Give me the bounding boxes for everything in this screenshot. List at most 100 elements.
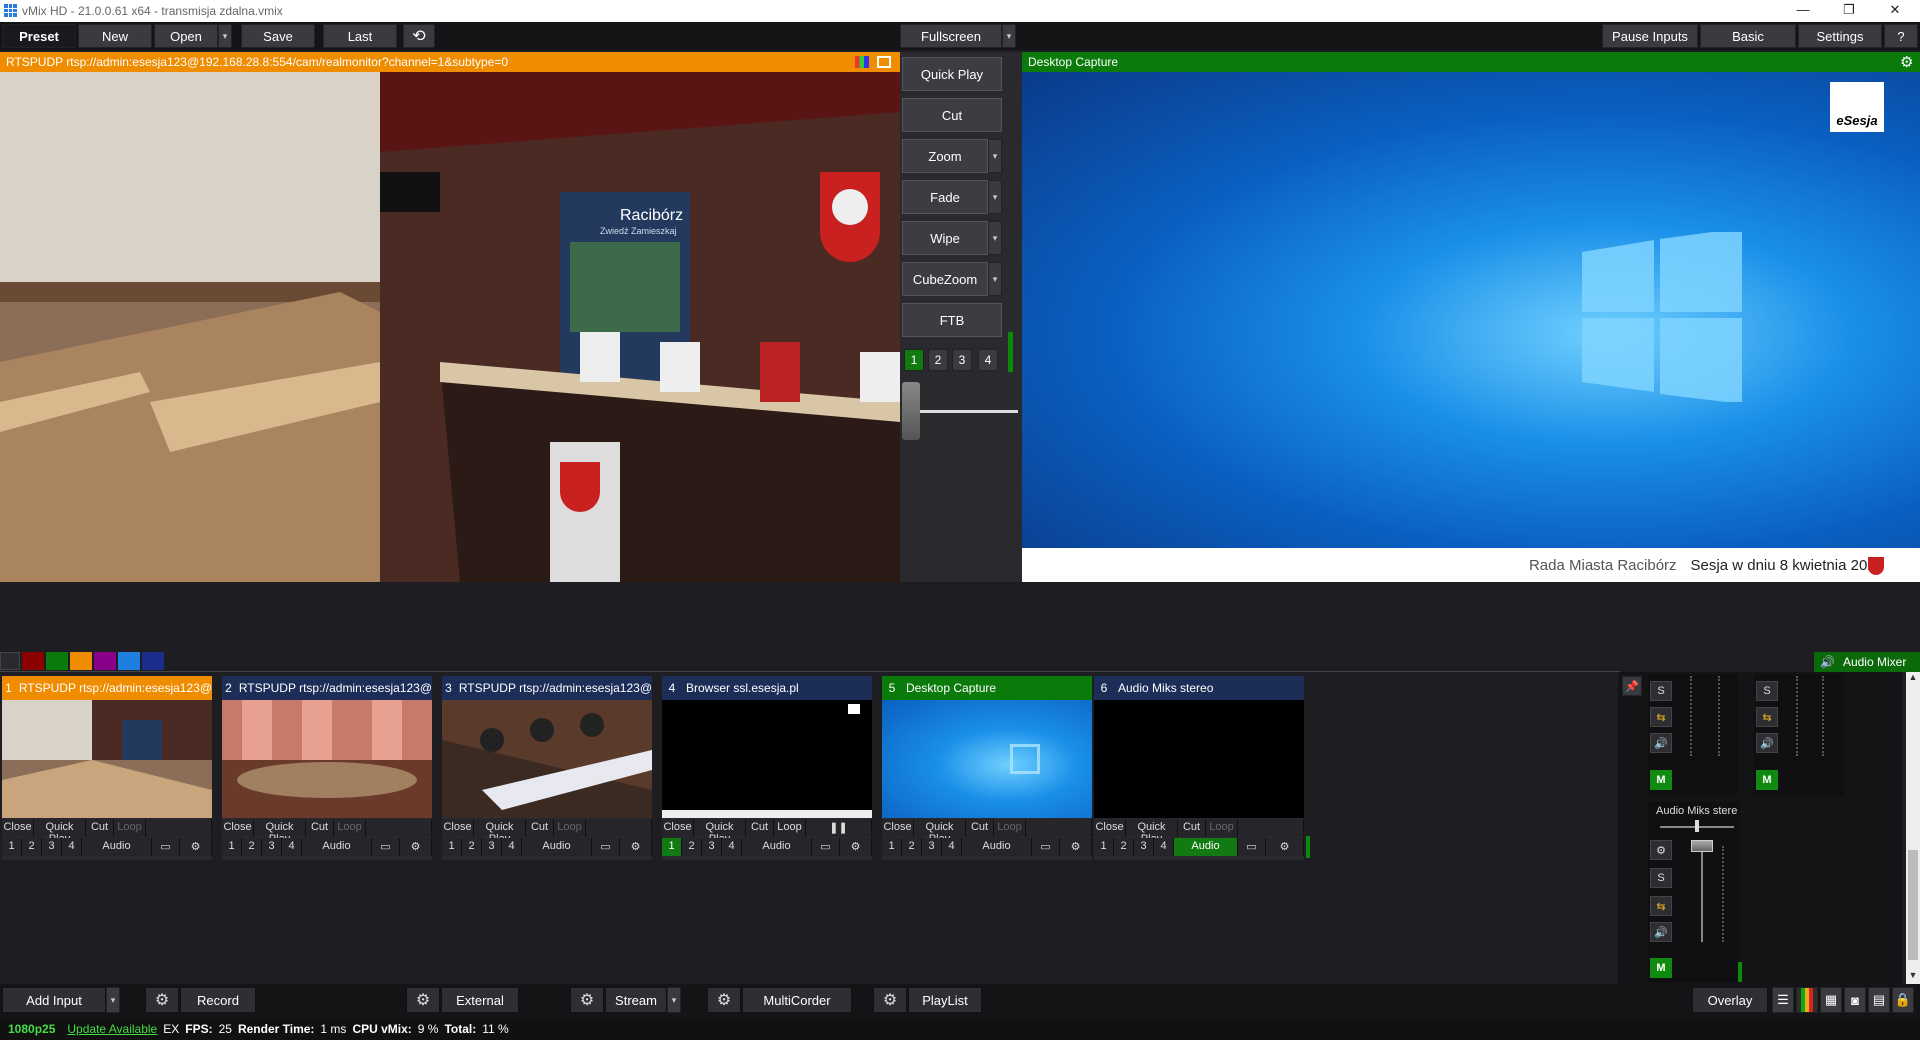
open-button[interactable]: Open — [154, 24, 218, 48]
route-icon[interactable]: ⇆ — [1650, 896, 1672, 916]
zoom-button[interactable]: Zoom — [902, 139, 988, 173]
window-icon[interactable] — [877, 56, 891, 68]
scroll-down-arrow[interactable]: ▼ — [1906, 970, 1920, 984]
close-button[interactable]: Close — [2, 819, 34, 837]
help-button[interactable]: ? — [1884, 24, 1918, 48]
overlay-1-button[interactable]: 1 — [2, 838, 22, 856]
cut-button[interactable]: Cut — [966, 819, 994, 837]
more-icon[interactable]: ▤ — [1868, 987, 1890, 1013]
add-input-dropdown-arrow[interactable]: ▾ — [106, 987, 120, 1013]
input-header[interactable]: 1 RTSPUDP rtsp://admin:esesja123@ — [2, 676, 212, 700]
scroll-up-arrow[interactable]: ▲ — [1906, 672, 1920, 686]
loop-button[interactable]: Loop — [1206, 819, 1238, 837]
overlay-4-button[interactable]: 4 — [282, 838, 302, 856]
overlay-3-button[interactable]: 3 — [922, 838, 942, 856]
monitor-icon[interactable]: ▭ — [152, 838, 180, 856]
pin-icon[interactable]: 📌 — [1622, 676, 1642, 696]
input-header[interactable]: 2 RTSPUDP rtsp://admin:esesja123@ — [222, 676, 432, 700]
overlay-2-button[interactable]: 2 — [242, 838, 262, 856]
colour-tab-orange[interactable] — [70, 652, 92, 670]
multicorder-gear-icon[interactable]: ⚙ — [707, 987, 741, 1013]
quick-play-button[interactable]: Quick Play — [34, 819, 86, 845]
pause-inputs-button[interactable]: Pause Inputs — [1602, 24, 1698, 48]
preset-button[interactable]: Preset — [2, 24, 76, 48]
input-header[interactable]: 5 Desktop Capture — [882, 676, 1092, 700]
close-button[interactable]: Close — [222, 819, 254, 837]
menu-icon[interactable]: ☰ — [1772, 987, 1794, 1013]
open-dropdown-arrow[interactable]: ▾ — [218, 24, 232, 48]
last-button[interactable]: Last — [323, 24, 397, 48]
save-button[interactable]: Save — [241, 24, 315, 48]
pause-icon[interactable]: ❚❚ — [806, 819, 872, 837]
ftb-button[interactable]: FTB — [902, 303, 1002, 337]
colour-icon[interactable] — [855, 56, 869, 68]
transition-4-button[interactable]: 4 — [978, 349, 998, 371]
loop-button[interactable]: Loop — [774, 819, 806, 837]
overlay-1-button[interactable]: 1 — [442, 838, 462, 856]
quick-play-button[interactable]: Quick Play — [1126, 819, 1178, 845]
quick-play-button[interactable]: Quick Play — [902, 57, 1002, 91]
refresh-icon[interactable]: ⟲ — [403, 24, 435, 48]
fader-track[interactable] — [1796, 676, 1798, 756]
mute-button[interactable]: M — [1650, 770, 1672, 790]
gear-icon[interactable]: ⚙ — [840, 838, 872, 856]
fade-button[interactable]: Fade — [902, 180, 988, 214]
overlay-button[interactable]: Overlay — [1692, 987, 1768, 1013]
record-gear-icon[interactable]: ⚙ — [145, 987, 179, 1013]
overlay-2-button[interactable]: 2 — [902, 838, 922, 856]
input-tile-2[interactable]: 2 RTSPUDP rtsp://admin:esesja123@ Close Qu… — [222, 676, 432, 860]
balance-handle[interactable] — [1695, 820, 1699, 832]
volume-icon[interactable]: 🔊 — [1650, 922, 1672, 942]
multiview-icon[interactable]: ▦ — [1820, 987, 1842, 1013]
route-icon[interactable]: ⇆ — [1756, 707, 1778, 727]
external-button[interactable]: External — [441, 987, 519, 1013]
solo-button[interactable]: S — [1650, 868, 1672, 888]
cut-button[interactable]: Cut — [902, 98, 1002, 132]
monitor-icon[interactable]: ▭ — [592, 838, 620, 856]
close-button[interactable]: Close — [1094, 819, 1126, 837]
quick-play-button[interactable]: Quick Play — [694, 819, 746, 845]
gear-icon[interactable]: ⚙ — [1650, 840, 1672, 860]
gear-icon[interactable]: ⚙ — [1266, 838, 1304, 856]
colour-tab-blue[interactable] — [118, 652, 140, 670]
overlay-4-button[interactable]: 4 — [1154, 838, 1174, 856]
mute-button[interactable]: M — [1756, 770, 1778, 790]
input-tile-3[interactable]: 3 RTSPUDP rtsp://admin:esesja123@ Close Qu… — [442, 676, 652, 860]
overlay-1-button[interactable]: 1 — [1094, 838, 1114, 856]
wipe-button[interactable]: Wipe — [902, 221, 988, 255]
basic-button[interactable]: Basic — [1700, 24, 1796, 48]
output-panel[interactable]: Desktop Capture ⚙ eSesja Rada Miasta Rac… — [1022, 52, 1920, 582]
gear-icon[interactable]: ⚙ — [1060, 838, 1092, 856]
close-button[interactable]: Close — [442, 819, 474, 837]
fullscreen-dropdown-arrow[interactable]: ▾ — [1002, 24, 1016, 48]
transition-2-button[interactable]: 2 — [928, 349, 948, 371]
cut-button[interactable]: Cut — [1178, 819, 1206, 837]
overlay-3-button[interactable]: 3 — [1134, 838, 1154, 856]
overlay-3-button[interactable]: 3 — [42, 838, 62, 856]
audio-button[interactable]: Audio — [302, 838, 372, 856]
audio-button[interactable]: Audio — [962, 838, 1032, 856]
scroll-thumb[interactable] — [1908, 850, 1918, 960]
overlay-4-button[interactable]: 4 — [62, 838, 82, 856]
overlay-2-button[interactable]: 2 — [22, 838, 42, 856]
fader-track[interactable] — [1701, 846, 1703, 942]
monitor-icon[interactable]: ▭ — [1238, 838, 1266, 856]
settings-button[interactable]: Settings — [1798, 24, 1882, 48]
audio-button[interactable]: Audio — [82, 838, 152, 856]
stream-button[interactable]: Stream — [605, 987, 667, 1013]
audio-button[interactable]: Audio — [522, 838, 592, 856]
preview-panel[interactable]: RTSPUDP rtsp://admin:esesja123@192.168.2… — [0, 52, 900, 582]
overlay-3-button[interactable]: 3 — [702, 838, 722, 856]
quick-play-button[interactable]: Quick Play — [914, 819, 966, 845]
add-input-button[interactable]: Add Input — [2, 987, 106, 1013]
overlay-1-button[interactable]: 1 — [662, 838, 682, 856]
colour-tab-purple[interactable] — [94, 652, 116, 670]
loop-button[interactable]: Loop — [994, 819, 1026, 837]
restore-button[interactable]: ❐ — [1826, 0, 1872, 22]
transition-3-button[interactable]: 3 — [952, 349, 972, 371]
close-button[interactable]: Close — [662, 819, 694, 837]
record-button[interactable]: Record — [180, 987, 256, 1013]
overlay-1-button[interactable]: 1 — [222, 838, 242, 856]
quick-play-button[interactable]: Quick Play — [254, 819, 306, 845]
volume-icon[interactable]: 🔊 — [1756, 733, 1778, 753]
